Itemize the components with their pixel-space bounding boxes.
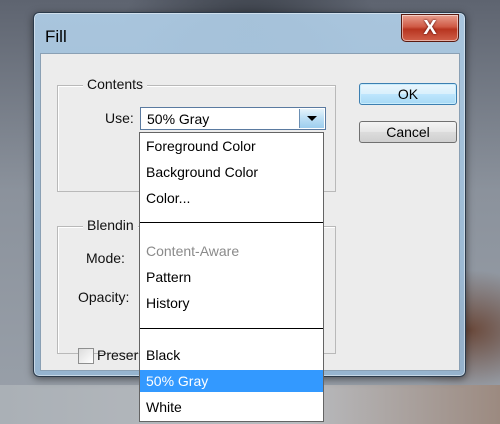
dialog-title: Fill	[45, 27, 67, 46]
use-label: Use:	[105, 110, 134, 126]
dropdown-button[interactable]	[299, 109, 324, 128]
list-item-white[interactable]: White	[140, 396, 323, 418]
mode-label: Mode:	[86, 250, 125, 266]
use-select-value: 50% Gray	[147, 111, 210, 127]
list-item-content-aware: Content-Aware	[146, 243, 240, 259]
close-button[interactable]: X	[401, 14, 459, 42]
opacity-label: Opacity:	[78, 289, 130, 305]
chevron-down-icon	[307, 116, 317, 121]
contents-legend: Contents	[83, 76, 148, 92]
list-item-background-color[interactable]: Background Color	[140, 161, 323, 183]
use-select[interactable]: 50% Gray	[140, 107, 326, 130]
blending-legend: Blendin	[83, 217, 138, 233]
separator	[140, 222, 323, 223]
list-item-history[interactable]: History	[140, 292, 323, 314]
preserve-transparency-checkbox[interactable]	[78, 348, 94, 364]
close-icon: X	[423, 16, 437, 39]
list-item-color[interactable]: Color...	[140, 187, 323, 209]
ok-button[interactable]: OK	[359, 83, 457, 105]
separator	[140, 328, 323, 329]
list-item-foreground-color[interactable]: Foreground Color	[140, 135, 323, 157]
list-item-black[interactable]: Black	[140, 344, 323, 366]
list-item-pattern[interactable]: Pattern	[140, 266, 323, 288]
use-dropdown-list: Foreground Color Background Color Color.…	[139, 132, 324, 422]
preserve-transparency-label: Preser	[97, 347, 139, 363]
list-item-50-gray[interactable]: 50% Gray	[140, 370, 323, 392]
cancel-button[interactable]: Cancel	[359, 121, 457, 143]
